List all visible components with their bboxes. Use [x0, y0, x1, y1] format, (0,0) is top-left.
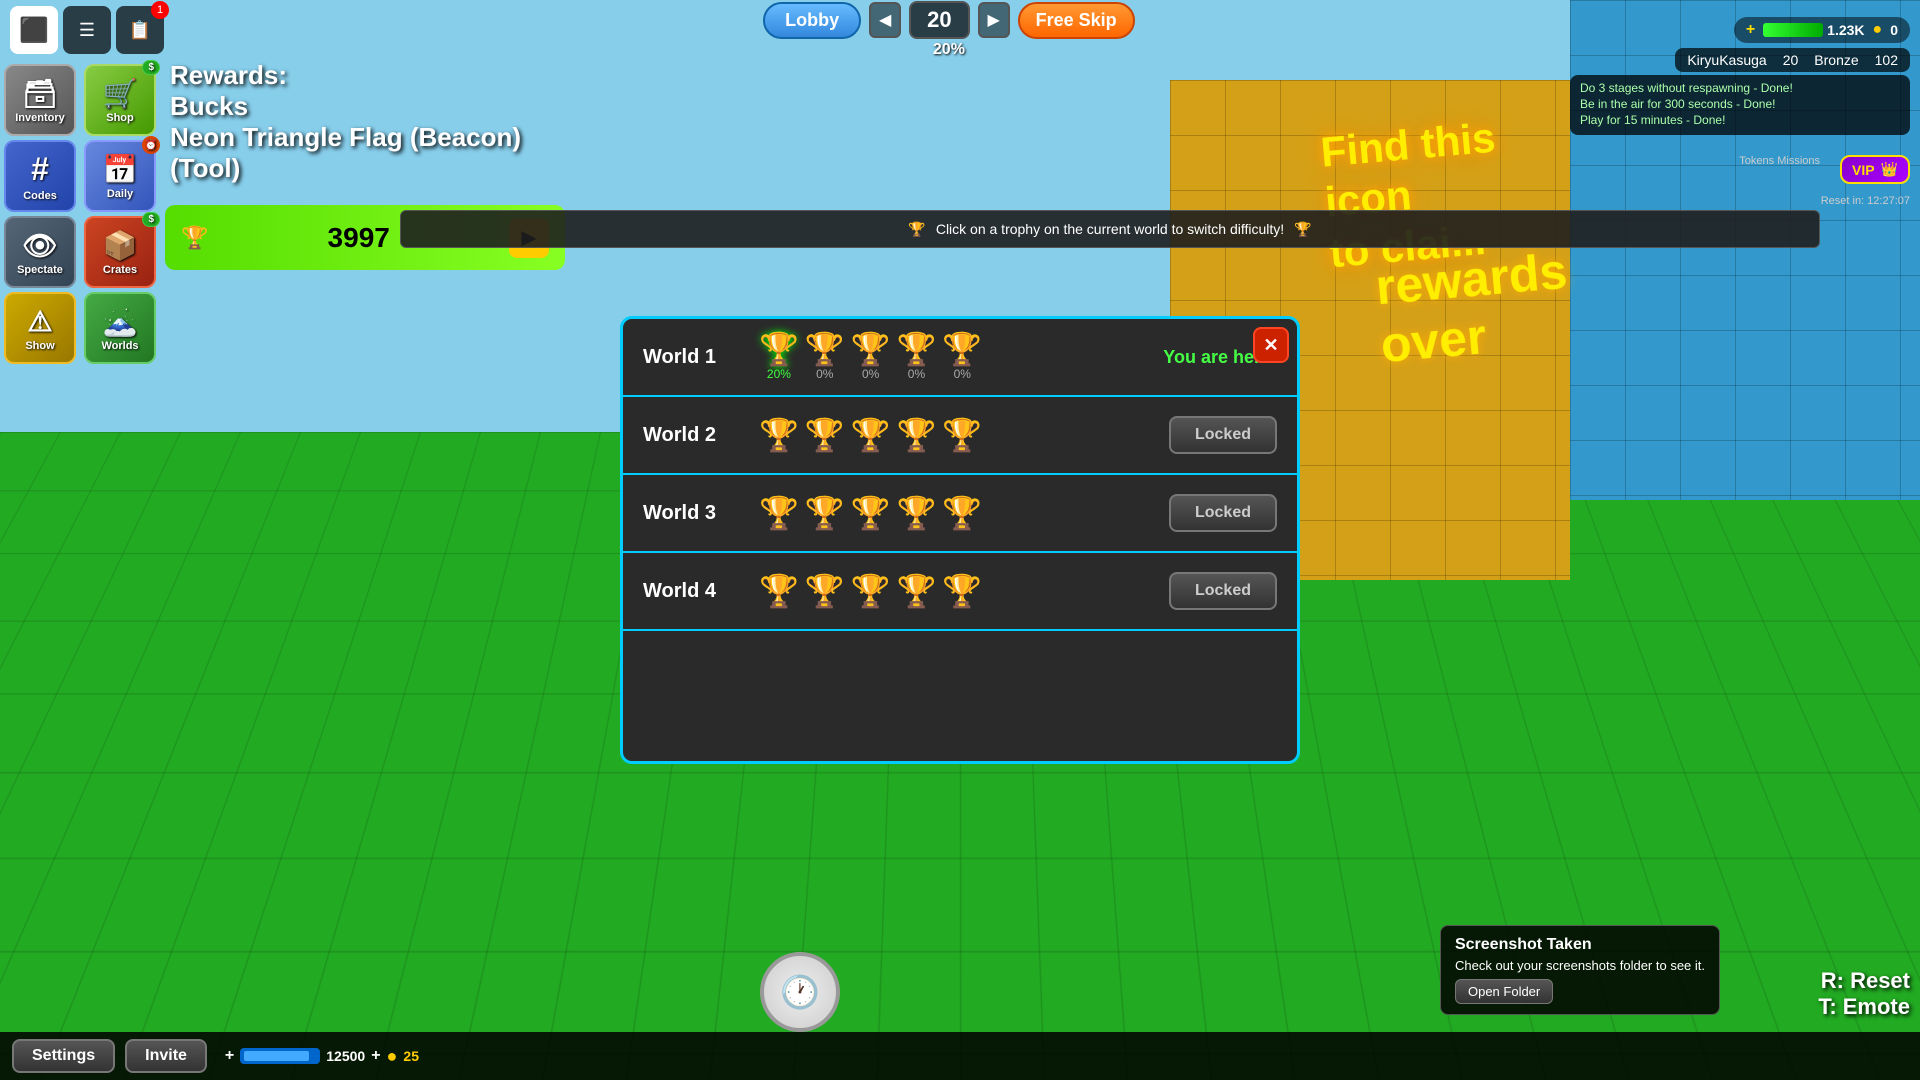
- trophy-5-pct: 0%: [954, 367, 971, 381]
- world-2-row: World 2 🏆 🏆 🏆 🏆 🏆 Locked: [623, 397, 1297, 475]
- world-1-row[interactable]: World 1 🏆 20% 🏆 0% 🏆 0% 🏆 0%: [623, 319, 1297, 397]
- trophy-5-cup: 🏆: [942, 333, 982, 365]
- w2-trophy-5-cup: 🏆: [942, 419, 982, 451]
- world-4-status: Locked: [1137, 572, 1277, 610]
- w2-trophy-1-cup: 🏆: [759, 419, 799, 451]
- w2-trophy-2-cup: 🏆: [805, 419, 845, 451]
- world-2-name: World 2: [643, 424, 743, 447]
- w4-trophy-4: 🏆: [897, 575, 937, 607]
- w4-trophy-5: 🏆: [942, 575, 982, 607]
- trophy-2-cup: 🏆: [805, 333, 845, 365]
- w2-trophy-2: 🏆: [805, 419, 845, 451]
- w2-trophy-4-cup: 🏆: [897, 419, 937, 451]
- worlds-modal-overlay: ✕ World 1 🏆 20% 🏆 0% 🏆 0% 🏆 0: [0, 0, 1920, 1080]
- w3-trophy-2-cup: 🏆: [805, 497, 845, 529]
- trophy-1-pct: 20%: [767, 367, 791, 381]
- w4-trophy-2-cup: 🏆: [805, 575, 845, 607]
- w2-trophy-1: 🏆: [759, 419, 799, 451]
- trophy-col-4: 🏆 0%: [897, 333, 937, 381]
- w4-trophy-5-cup: 🏆: [942, 575, 982, 607]
- world-3-row: World 3 🏆 🏆 🏆 🏆 🏆 Locked: [623, 475, 1297, 553]
- world-3-status: Locked: [1137, 494, 1277, 532]
- worlds-modal: ✕ World 1 🏆 20% 🏆 0% 🏆 0% 🏆 0: [620, 316, 1300, 764]
- world-3-locked-button[interactable]: Locked: [1169, 494, 1277, 532]
- w3-trophy-5-cup: 🏆: [942, 497, 982, 529]
- world-1-name: World 1: [643, 346, 743, 369]
- world-2-trophies: 🏆 🏆 🏆 🏆 🏆: [759, 419, 1121, 451]
- world-3-trophies: 🏆 🏆 🏆 🏆 🏆: [759, 497, 1121, 529]
- trophy-3-pct: 0%: [862, 367, 879, 381]
- w3-trophy-1-cup: 🏆: [759, 497, 799, 529]
- w3-trophy-5: 🏆: [942, 497, 982, 529]
- trophy-col-1: 🏆 20%: [759, 333, 799, 381]
- world-4-name: World 4: [643, 580, 743, 603]
- trophy-4-cup: 🏆: [897, 333, 937, 365]
- trophy-col-3: 🏆 0%: [851, 333, 891, 381]
- w3-trophy-4: 🏆: [897, 497, 937, 529]
- w3-trophy-3: 🏆: [851, 497, 891, 529]
- world-2-locked-button[interactable]: Locked: [1169, 416, 1277, 454]
- trophy-1-cup: 🏆: [759, 333, 799, 365]
- w2-trophy-4: 🏆: [897, 419, 937, 451]
- w3-trophy-2: 🏆: [805, 497, 845, 529]
- w3-trophy-1: 🏆: [759, 497, 799, 529]
- world-4-trophies: 🏆 🏆 🏆 🏆 🏆: [759, 575, 1121, 607]
- trophy-2-pct: 0%: [816, 367, 833, 381]
- world-3-name: World 3: [643, 502, 743, 525]
- w3-trophy-3-cup: 🏆: [851, 497, 891, 529]
- trophy-col-2: 🏆 0%: [805, 333, 845, 381]
- modal-close-button[interactable]: ✕: [1253, 327, 1289, 363]
- w2-trophy-3-cup: 🏆: [851, 419, 891, 451]
- w4-trophy-2: 🏆: [805, 575, 845, 607]
- w4-trophy-3-cup: 🏆: [851, 575, 891, 607]
- w2-trophy-5: 🏆: [942, 419, 982, 451]
- w4-trophy-1: 🏆: [759, 575, 799, 607]
- w2-trophy-3: 🏆: [851, 419, 891, 451]
- world-1-trophies: 🏆 20% 🏆 0% 🏆 0% 🏆 0% 🏆 0%: [759, 333, 1121, 381]
- world-4-row: World 4 🏆 🏆 🏆 🏆 🏆 Locked: [623, 553, 1297, 631]
- w4-trophy-3: 🏆: [851, 575, 891, 607]
- modal-empty-area: [623, 631, 1297, 761]
- world-4-locked-button[interactable]: Locked: [1169, 572, 1277, 610]
- trophy-col-5: 🏆 0%: [942, 333, 982, 381]
- trophy-4-pct: 0%: [908, 367, 925, 381]
- w4-trophy-4-cup: 🏆: [897, 575, 937, 607]
- world-2-status: Locked: [1137, 416, 1277, 454]
- w4-trophy-1-cup: 🏆: [759, 575, 799, 607]
- trophy-3-cup: 🏆: [851, 333, 891, 365]
- w3-trophy-4-cup: 🏆: [897, 497, 937, 529]
